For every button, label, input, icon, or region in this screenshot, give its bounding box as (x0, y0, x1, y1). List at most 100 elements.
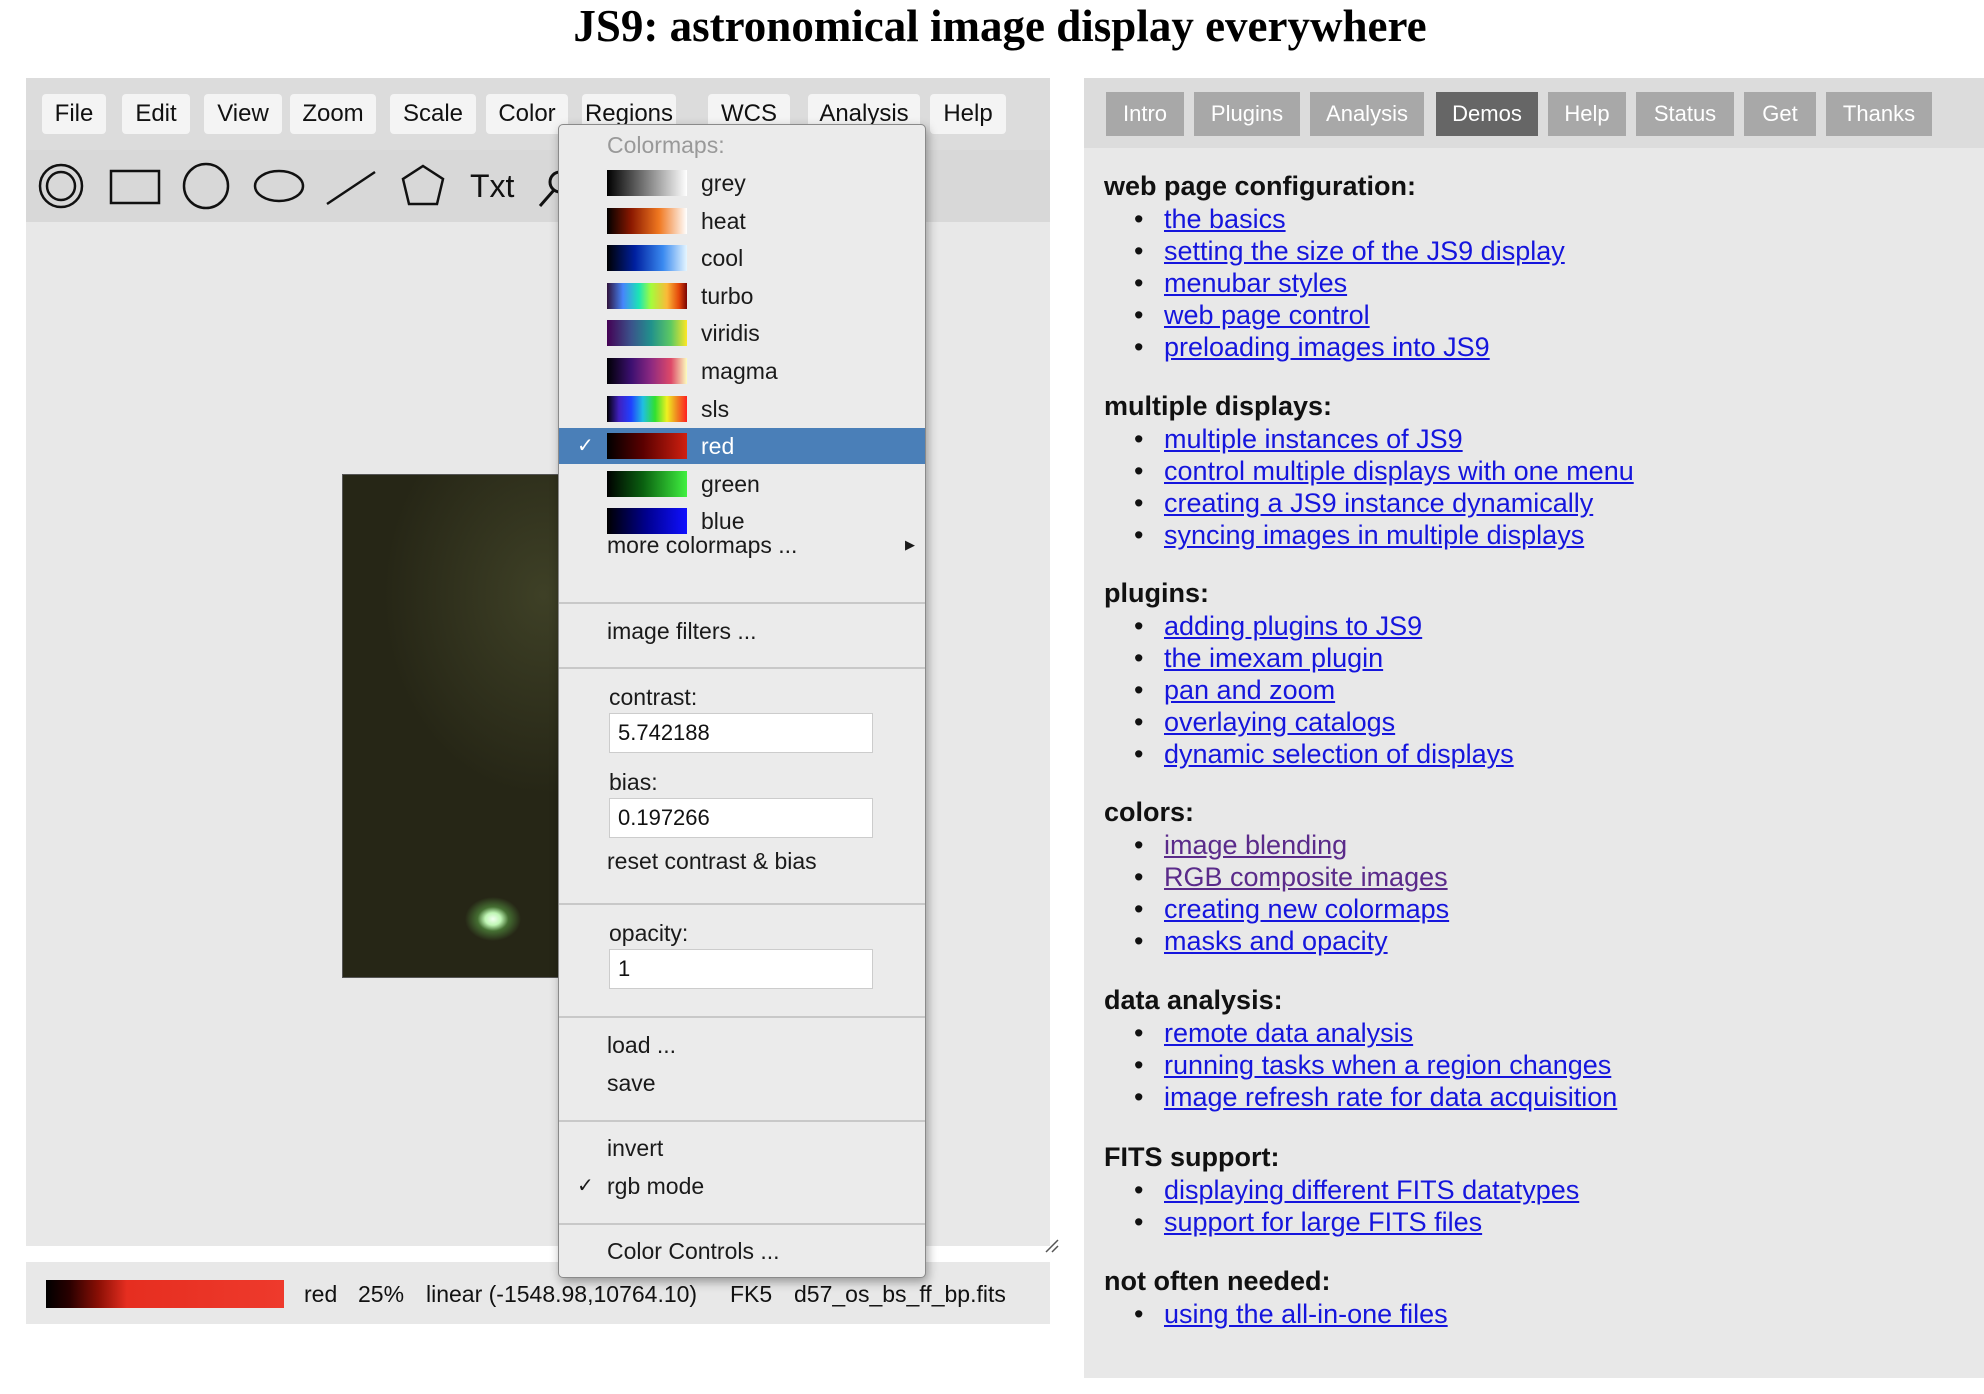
colormap-swatch (607, 508, 687, 535)
menu-file[interactable]: File (42, 94, 106, 134)
demo-link[interactable]: dynamic selection of displays (1164, 738, 1514, 770)
colormap-label: red (701, 433, 735, 460)
resize-handle-icon[interactable] (1044, 1238, 1060, 1254)
polygon-region-icon[interactable] (400, 162, 446, 210)
text-region-tool[interactable]: Txt (470, 162, 526, 210)
colormap-item-turbo[interactable]: turbo (559, 278, 925, 314)
tab-help[interactable]: Help (1548, 92, 1626, 136)
file-name: d57_os_bs_ff_bp.fits (794, 1281, 1006, 1307)
page-title: JS9: astronomical image display everywhe… (573, 1, 1427, 51)
section-title: FITS support: (1104, 1142, 1280, 1172)
bullet-icon: • (1134, 643, 1144, 673)
load-colormap-item[interactable]: load ... (559, 1027, 925, 1063)
colormap-label: green (701, 470, 760, 497)
circle-region-icon[interactable] (180, 162, 232, 210)
annulus-region-icon[interactable] (36, 162, 86, 210)
colormap-swatch (607, 245, 687, 272)
demo-link[interactable]: overlaying catalogs (1164, 706, 1395, 738)
tab-intro[interactable]: Intro (1106, 92, 1184, 136)
colormap-swatch (607, 207, 687, 234)
demo-link[interactable]: menubar styles (1164, 267, 1347, 299)
colormap-item-cool[interactable]: cool (559, 240, 925, 276)
menu-help[interactable]: Help (930, 94, 1006, 134)
demo-link[interactable]: displaying different FITS datatypes (1164, 1174, 1579, 1206)
demo-link[interactable]: syncing images in multiple displays (1164, 519, 1584, 551)
demo-link[interactable]: masks and opacity (1164, 925, 1388, 957)
colormap-item-blue[interactable]: blue (559, 503, 925, 539)
bullet-icon: • (1134, 268, 1144, 298)
ellipse-region-icon[interactable] (252, 162, 306, 210)
menu-separator (559, 667, 925, 669)
demo-link[interactable]: creating a JS9 instance dynamically (1164, 487, 1593, 519)
tab-analysis[interactable]: Analysis (1310, 92, 1424, 136)
menu-color[interactable]: Color (486, 94, 568, 134)
demo-link[interactable]: image blending (1164, 829, 1347, 861)
demo-link[interactable]: setting the size of the JS9 display (1164, 235, 1565, 267)
colormap-item-heat[interactable]: heat (559, 203, 925, 239)
line-region-icon[interactable] (324, 162, 378, 210)
bullet-icon: • (1134, 926, 1144, 956)
demo-link[interactable]: support for large FITS files (1164, 1206, 1482, 1238)
menu-scale[interactable]: Scale (390, 94, 476, 134)
colormap-swatch (607, 433, 687, 460)
tab-get[interactable]: Get (1744, 92, 1816, 136)
demo-link[interactable]: adding plugins to JS9 (1164, 610, 1422, 642)
menu-edit[interactable]: Edit (122, 94, 190, 134)
color-controls-item[interactable]: Color Controls ... (559, 1233, 925, 1269)
colormap-item-red[interactable]: ✓ red (559, 428, 925, 465)
demo-link[interactable]: multiple instances of JS9 (1164, 423, 1463, 455)
wcs-system: FK5 (730, 1281, 773, 1307)
bullet-icon: • (1134, 332, 1144, 362)
tab-thanks[interactable]: Thanks (1826, 92, 1932, 136)
bias-input[interactable] (609, 798, 873, 838)
contrast-input[interactable] (609, 713, 873, 753)
tab-demos[interactable]: Demos (1436, 92, 1538, 136)
colormap-label: sls (701, 395, 730, 422)
demo-link[interactable]: the imexam plugin (1164, 642, 1383, 674)
menu-zoom[interactable]: Zoom (290, 94, 376, 134)
bullet-icon: • (1134, 1175, 1144, 1205)
opacity-input[interactable] (609, 949, 873, 989)
image-filters-item[interactable]: image filters ... (559, 613, 925, 649)
invert-item[interactable]: invert (559, 1130, 925, 1166)
opacity-label: opacity: (609, 920, 689, 946)
demo-link[interactable]: remote data analysis (1164, 1017, 1413, 1049)
menu-view[interactable]: View (204, 94, 282, 134)
demo-link[interactable]: web page control (1164, 299, 1370, 331)
bullet-icon: • (1134, 862, 1144, 892)
tab-plugins[interactable]: Plugins (1194, 92, 1300, 136)
colormap-swatch (607, 170, 687, 196)
bullet-icon: • (1134, 520, 1144, 550)
bullet-icon: • (1134, 1299, 1144, 1329)
demo-link[interactable]: creating new colormaps (1164, 893, 1449, 925)
demo-link[interactable]: running tasks when a region changes (1164, 1049, 1611, 1081)
demo-link[interactable]: RGB composite images (1164, 861, 1448, 893)
checkmark-icon: ✓ (577, 435, 594, 458)
colormap-item-grey[interactable]: grey (559, 165, 925, 201)
astronomical-image[interactable] (342, 474, 588, 978)
colormap-swatch (607, 470, 687, 497)
rgb-mode-item[interactable]: ✓ rgb mode (559, 1168, 925, 1204)
reset-contrast-bias-item[interactable]: reset contrast & bias (559, 843, 925, 879)
demo-link[interactable]: image refresh rate for data acquisition (1164, 1081, 1617, 1113)
box-region-icon[interactable] (108, 162, 162, 210)
colormap-item-green[interactable]: green (559, 466, 925, 502)
demo-link[interactable]: control multiple displays with one menu (1164, 455, 1634, 487)
section-title: multiple displays: (1104, 391, 1333, 421)
colormap-item-sls[interactable]: sls (559, 391, 925, 427)
bullet-icon: • (1134, 300, 1144, 330)
bullet-icon: • (1134, 894, 1144, 924)
demo-link[interactable]: using the all-in-one files (1164, 1298, 1448, 1330)
colormap-item-viridis[interactable]: viridis (559, 315, 925, 351)
demo-link[interactable]: preloading images into JS9 (1164, 331, 1490, 363)
tab-status[interactable]: Status (1636, 92, 1734, 136)
save-colormap-item[interactable]: save (559, 1065, 925, 1101)
demo-link[interactable]: pan and zoom (1164, 674, 1335, 706)
bullet-icon: • (1134, 830, 1144, 860)
colormap-name: red (304, 1281, 338, 1307)
bullet-icon: • (1134, 488, 1144, 518)
colorbar (46, 1280, 284, 1308)
demo-link[interactable]: the basics (1164, 203, 1286, 235)
bullet-icon: • (1134, 456, 1144, 486)
colormap-item-magma[interactable]: magma (559, 353, 925, 389)
